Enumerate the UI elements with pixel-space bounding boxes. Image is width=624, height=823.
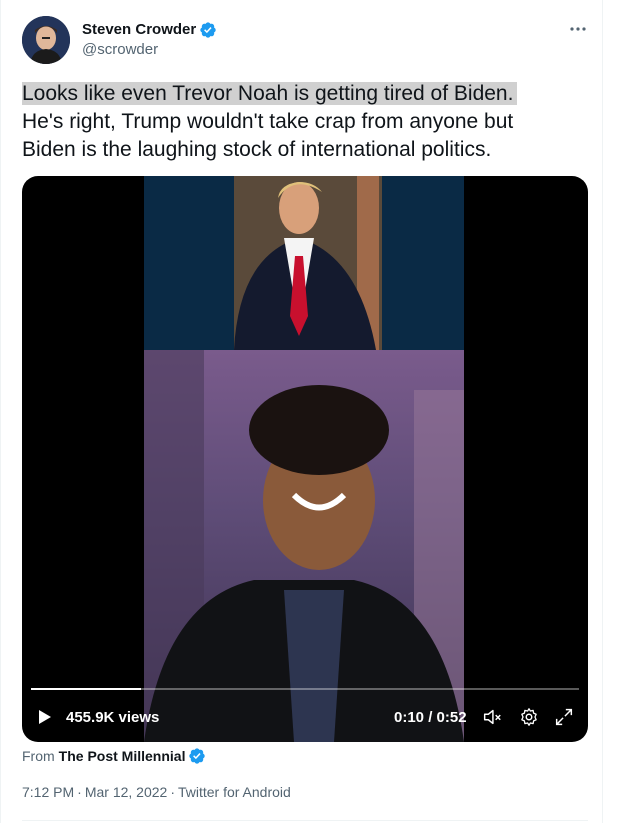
video-frame[interactable] [144, 176, 464, 742]
play-icon[interactable] [38, 709, 52, 725]
video-controls: 455.9K views 0:10 / 0:52 [22, 701, 588, 733]
video-progress-bar[interactable] [31, 688, 579, 690]
avatar-image [22, 16, 70, 64]
meta-separator: · [77, 784, 82, 800]
source-attribution: From The Post Millennial [22, 746, 206, 766]
author-avatar[interactable] [22, 16, 70, 64]
video-bottom-image [144, 350, 464, 742]
meta-separator: · [170, 784, 175, 800]
video-bottom-panel [144, 350, 464, 742]
video-time: 0:10 / 0:52 [394, 709, 467, 726]
video-player[interactable]: 455.9K views 0:10 / 0:52 [22, 176, 588, 742]
tweet-meta: 7:12 PM · Mar 12, 2022 · Twitter for Android [22, 782, 291, 802]
more-options-icon [570, 27, 586, 31]
divider [22, 820, 588, 821]
muted-speaker-icon[interactable] [481, 706, 503, 728]
display-name-row[interactable]: Steven Crowder [82, 20, 217, 40]
fullscreen-icon[interactable] [553, 706, 575, 728]
verified-badge-icon [200, 22, 216, 38]
video-top-panel [144, 176, 464, 350]
gear-icon[interactable] [518, 706, 540, 728]
more-options-button[interactable] [567, 18, 589, 40]
tweet-header: Steven Crowder @scrowder [22, 16, 217, 64]
tweet-time[interactable]: 7:12 PM [22, 784, 74, 800]
verified-badge-icon [189, 748, 206, 764]
tweet-client[interactable]: Twitter for Android [178, 784, 291, 800]
video-view-count: 455.9K views [66, 709, 160, 726]
video-top-image [234, 176, 382, 350]
tweet-highlighted-line: Looks like even Trevor Noah is getting t… [22, 82, 518, 105]
tweet-body: He's right, Trump wouldn't take crap fro… [22, 110, 514, 161]
author-handle[interactable]: @scrowder [82, 40, 217, 60]
source-prefix: From [22, 748, 55, 764]
tweet-card: Steven Crowder @scrowder Looks like even… [0, 0, 603, 823]
tweet-text: Looks like even Trevor Noah is getting t… [22, 80, 582, 164]
tweet-date[interactable]: Mar 12, 2022 [85, 784, 168, 800]
video-progress-fill [31, 688, 141, 690]
author-names: Steven Crowder @scrowder [82, 20, 217, 60]
source-name[interactable]: The Post Millennial [59, 746, 186, 766]
author-display-name[interactable]: Steven Crowder [82, 20, 196, 40]
